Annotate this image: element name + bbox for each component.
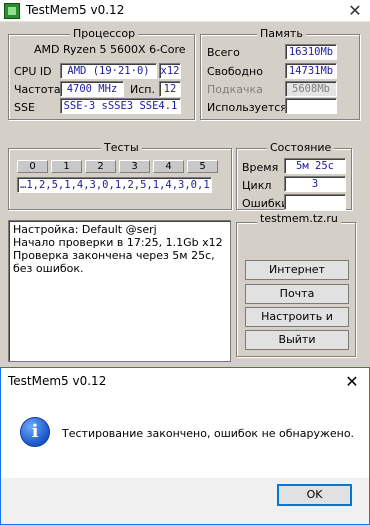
memory-total-field: 16310Mb [285,44,337,60]
memory-total-label: Всего [207,46,240,59]
site-link-title: testmem.tz.ru [257,212,341,225]
test-cell: 3 [119,160,150,173]
app-icon [4,3,20,19]
memory-used-field [285,98,337,114]
cpu-threads-field: x12 [159,63,181,79]
status-time-field: 5м 25с [284,158,346,174]
test-cell: 1 [51,160,82,173]
used-threads-label: Исп. [130,83,155,96]
log-line: Проверка закончена через 5м 25с, [13,249,215,262]
memory-used-label: Используется [207,101,287,114]
configure-and-exit-button[interactable]: Настроить и выйти [245,307,349,341]
sse-field: SSE-3 sSSE3 SSE4.1 [60,98,181,114]
main-title-bar[interactable]: TestMem5 v0.12 ✕ [0,0,370,22]
dialog-title: TestMem5 v0.12 [8,374,107,388]
memory-swap-field: 5608Mb [285,81,337,97]
status-errors-label: Ошибки [242,197,289,210]
used-threads-field: 12 [159,81,181,97]
frequency-label: Частота [14,83,61,96]
status-errors-field [284,194,346,210]
test-cell: 4 [153,160,184,173]
window-title: TestMem5 v0.12 [26,3,125,17]
info-icon: i [20,417,50,447]
log-text-area[interactable]: Настройка: Default @serj Начало проверки… [8,220,231,362]
memory-free-field: 14731Mb [285,63,337,79]
cpu-id-label: CPU ID [14,65,52,78]
status-cycle-label: Цикл [242,179,272,192]
test-cell: 5 [187,160,218,173]
frequency-field: 4700 MHz [60,81,124,97]
memory-group-title: Память [257,27,306,40]
test-cell: 2 [85,160,116,173]
exit-button[interactable]: Выйти [245,330,349,350]
ok-button[interactable]: OK [277,484,352,506]
status-group-title: Состояние [267,141,335,154]
cpu-id-field: AMD (19·21·0) [60,63,157,79]
dialog-message: Тестирование закончено, ошибок не обнару… [62,427,355,440]
sse-label: SSE [14,101,35,114]
message-dialog: TestMem5 v0.12 ✕ i Тестирование закончен… [0,367,370,525]
test-cell: 0 [17,160,48,173]
processor-group-title: Процессор [70,27,139,40]
main-window-body: Процессор AMD Ryzen 5 5600X 6-Core CPU I… [0,22,370,367]
main-close-button[interactable]: ✕ [340,0,370,22]
cpu-name: AMD Ryzen 5 5600X 6-Core [34,43,186,56]
memory-swap-label: Подкачка [207,83,263,96]
memory-free-label: Свободно [207,65,263,78]
test-sequence-field: …1,2,5,1,4,3,0,1,2,5,1,4,3,0,1 [17,177,212,193]
log-line: без ошибок. [13,262,84,275]
status-time-label: Время [242,161,279,174]
status-cycle-field: 3 [284,176,346,192]
log-line: Начало проверки в 17:25, 1.1Gb x12 [13,236,223,249]
tests-group-title: Тесты [101,141,142,154]
dialog-title-bar[interactable]: TestMem5 v0.12 ✕ [1,368,369,396]
mail-button[interactable]: Почта [245,284,349,304]
log-line: Настройка: Default @serj [13,223,157,236]
test-cells-row: 0 1 2 3 4 5 [17,160,218,173]
internet-button[interactable]: Интернет [245,260,349,280]
dialog-content: i Тестирование закончено, ошибок не обна… [1,396,369,478]
dialog-close-button[interactable]: ✕ [339,371,365,393]
